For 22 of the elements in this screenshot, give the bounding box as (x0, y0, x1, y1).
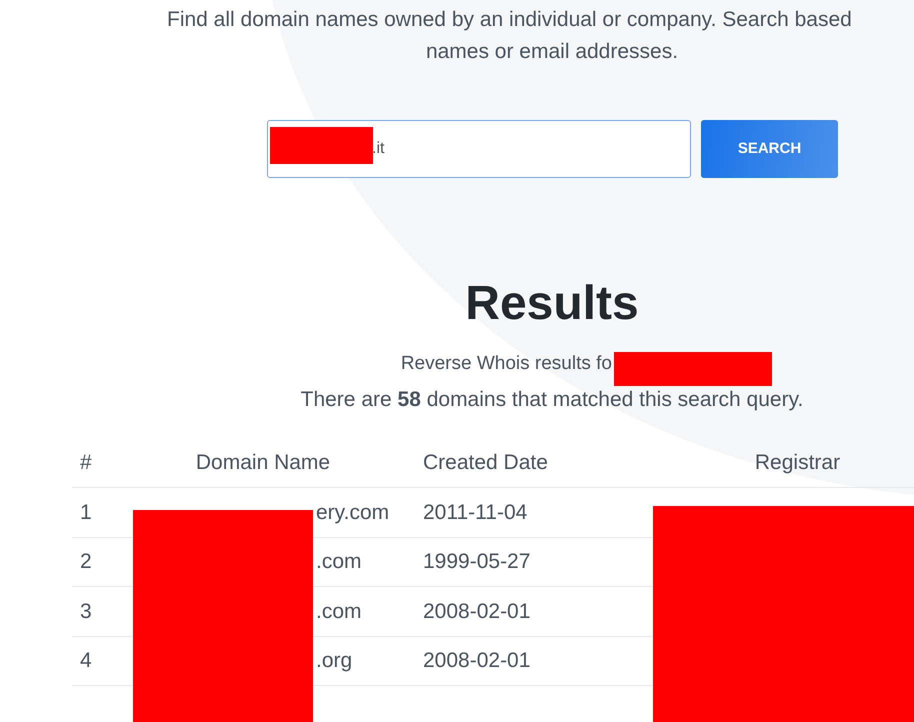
table-cell-text: .com (315, 598, 363, 624)
column-header: Registrar (754, 450, 842, 476)
table-cell-text: .com (315, 549, 363, 575)
column-header: # (79, 450, 93, 476)
intro-text: Find all domain names owned by an individual or company. Search based (166, 7, 853, 33)
table-cell-text: .org (315, 648, 354, 674)
results-title: Results (464, 276, 640, 332)
column-header: Created Date (422, 450, 549, 476)
results-summary: There are 58 domains that matched this search query. (300, 387, 804, 413)
search-button[interactable]: SEARCH (701, 120, 838, 178)
table-cell-text: 3 (79, 598, 93, 624)
table-cell-text: 1999-05-27 (422, 549, 532, 575)
table-cell-text: 1 (79, 500, 93, 526)
table-cell-text: 2008-02-01 (422, 648, 532, 674)
table-cell-text: ery.com (315, 500, 390, 526)
intro-text: names or email addresses. (424, 39, 680, 65)
table-cell-text: 2008-02-01 (422, 598, 532, 624)
table-cell-text: 2011-11-04 (422, 500, 528, 526)
results-subtitle: Reverse Whois results fo (400, 352, 612, 376)
column-header: Domain Name (194, 450, 332, 476)
table-cell-text: 2 (79, 549, 93, 575)
table-cell-text: 4 (79, 648, 93, 674)
